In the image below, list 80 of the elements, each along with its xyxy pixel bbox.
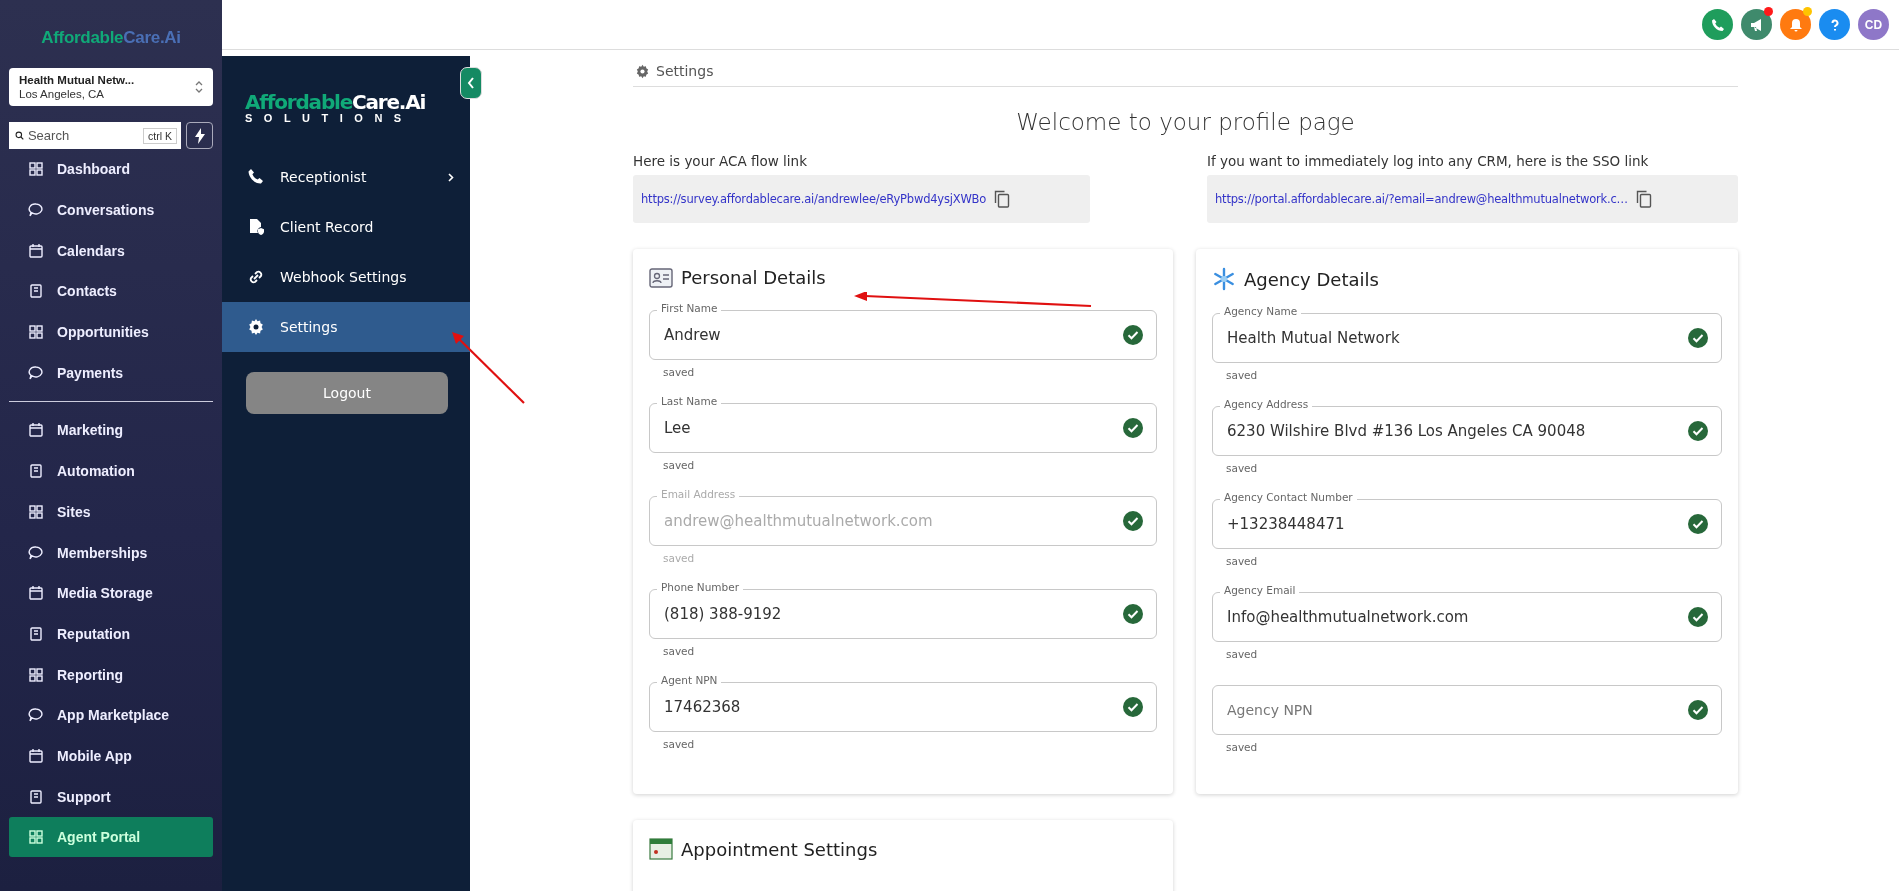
link-icon [247,268,265,286]
bell-icon [1788,17,1803,32]
collapse-button[interactable] [460,67,482,99]
sidebar-item[interactable]: Reporting [9,654,213,695]
phone-button[interactable] [1702,9,1733,40]
card-title: Personal Details [681,267,826,288]
phone-icon [1710,17,1725,32]
sidebar-item[interactable]: Payments [9,352,213,394]
sidebar-item[interactable]: Conversations [9,189,213,231]
helper-text: saved [662,551,696,566]
portal-menu-item[interactable]: Client Record [222,202,470,252]
sidebar-item[interactable]: Mobile App [9,735,213,777]
quick-action-button[interactable] [186,122,213,149]
url-link[interactable]: https://survey.affordablecare.ai/andrewlee/eRyPbwd4ysjXWBo [641,192,987,206]
helper-text: saved [1225,647,1259,662]
helper-text: saved [1225,461,1259,476]
logo: AffordableCare.Ai [40,28,182,48]
search-icon [15,129,24,142]
chevron-updown-icon [195,80,203,94]
copy-icon[interactable] [994,190,1011,208]
document-shield-icon [247,218,265,236]
calendar-icon [649,838,673,860]
sidebar-item[interactable]: Media Storage [9,572,213,614]
field-label: Last Name [657,395,722,407]
helper-text: saved [662,458,696,473]
url-link[interactable]: https://portal.affordablecare.ai/?email=andrew@healthmutualnetwork.c… [1215,192,1628,206]
portal-menu-item[interactable]: Webhook Settings [222,252,470,302]
card-title: Appointment Settings [681,838,878,860]
helper-text: saved [1225,554,1259,569]
user-avatar[interactable]: CD [1858,9,1889,40]
copy-icon[interactable] [1635,190,1652,208]
text-field[interactable]: Agency NPN [1212,685,1722,735]
lightning-icon [194,127,205,144]
sidebar-item[interactable]: Sites [9,491,213,533]
sidebar-item[interactable]: Reputation [9,613,213,655]
sidebar-item[interactable]: Calendars [9,230,213,272]
sidebar-item[interactable]: Marketing [9,410,213,451]
helper-text: saved [662,644,696,659]
megaphone-button[interactable] [1741,9,1772,40]
sidebar-item[interactable]: Opportunities [9,311,213,353]
field-label: Email Address [657,488,740,500]
helper-text: saved [1225,368,1259,383]
sidebar-item[interactable]: App Marketplace [9,694,213,736]
sidebar-item[interactable]: Automation [9,450,213,492]
portal-menu-item[interactable]: Settings [222,302,470,352]
settings-icon [635,63,650,79]
field-label: Agency Name [1220,305,1302,317]
megaphone-icon [1749,17,1764,32]
logout-button[interactable]: Logout [246,372,448,414]
settings-icon [247,318,265,336]
portal-logo: AffordableCare.Ai SOLUTIONS [245,90,427,124]
field-label: Agent NPN [657,674,722,686]
phone-icon [247,168,265,186]
field-label: Agency Email [1220,584,1300,596]
field-label: Agency Contact Number [1220,491,1357,503]
id-card-icon [649,267,673,288]
page-title: Welcome to your profile page [1015,109,1356,135]
sidebar-item[interactable]: Support [9,776,213,817]
helper-text: saved [662,365,696,380]
search-field[interactable]: Search ctrl K [9,122,181,149]
field-label: Phone Number [657,581,744,593]
helper-text: saved [1225,740,1259,755]
sidebar-item[interactable]: Contacts [9,271,213,312]
field-label: First Name [657,302,722,314]
helper-text: saved [662,737,696,752]
sidebar-item[interactable]: Agent Portal [9,817,213,857]
link-label: Here is your ACA flow link [633,153,808,169]
snowflake-icon [1212,267,1236,291]
portal-menu-item[interactable]: Receptionist [222,152,470,202]
card-title: Agency Details [1244,268,1379,290]
field-label: Agency Address [1220,398,1313,410]
sidebar-item[interactable]: Dashboard [9,149,213,190]
account-switcher[interactable]: Health Mutual Netw... Los Angeles, CA [9,68,213,106]
chevron-left-icon [467,77,475,89]
page-heading: Settings [656,63,714,79]
link-label: If you want to immediately log into any CRM, here is the SSO link [1207,153,1650,169]
shortcut-hint: ctrl K [143,127,177,144]
help-button[interactable] [1819,9,1850,40]
sidebar-item[interactable]: Memberships [9,532,213,573]
bell-button[interactable] [1780,9,1811,40]
